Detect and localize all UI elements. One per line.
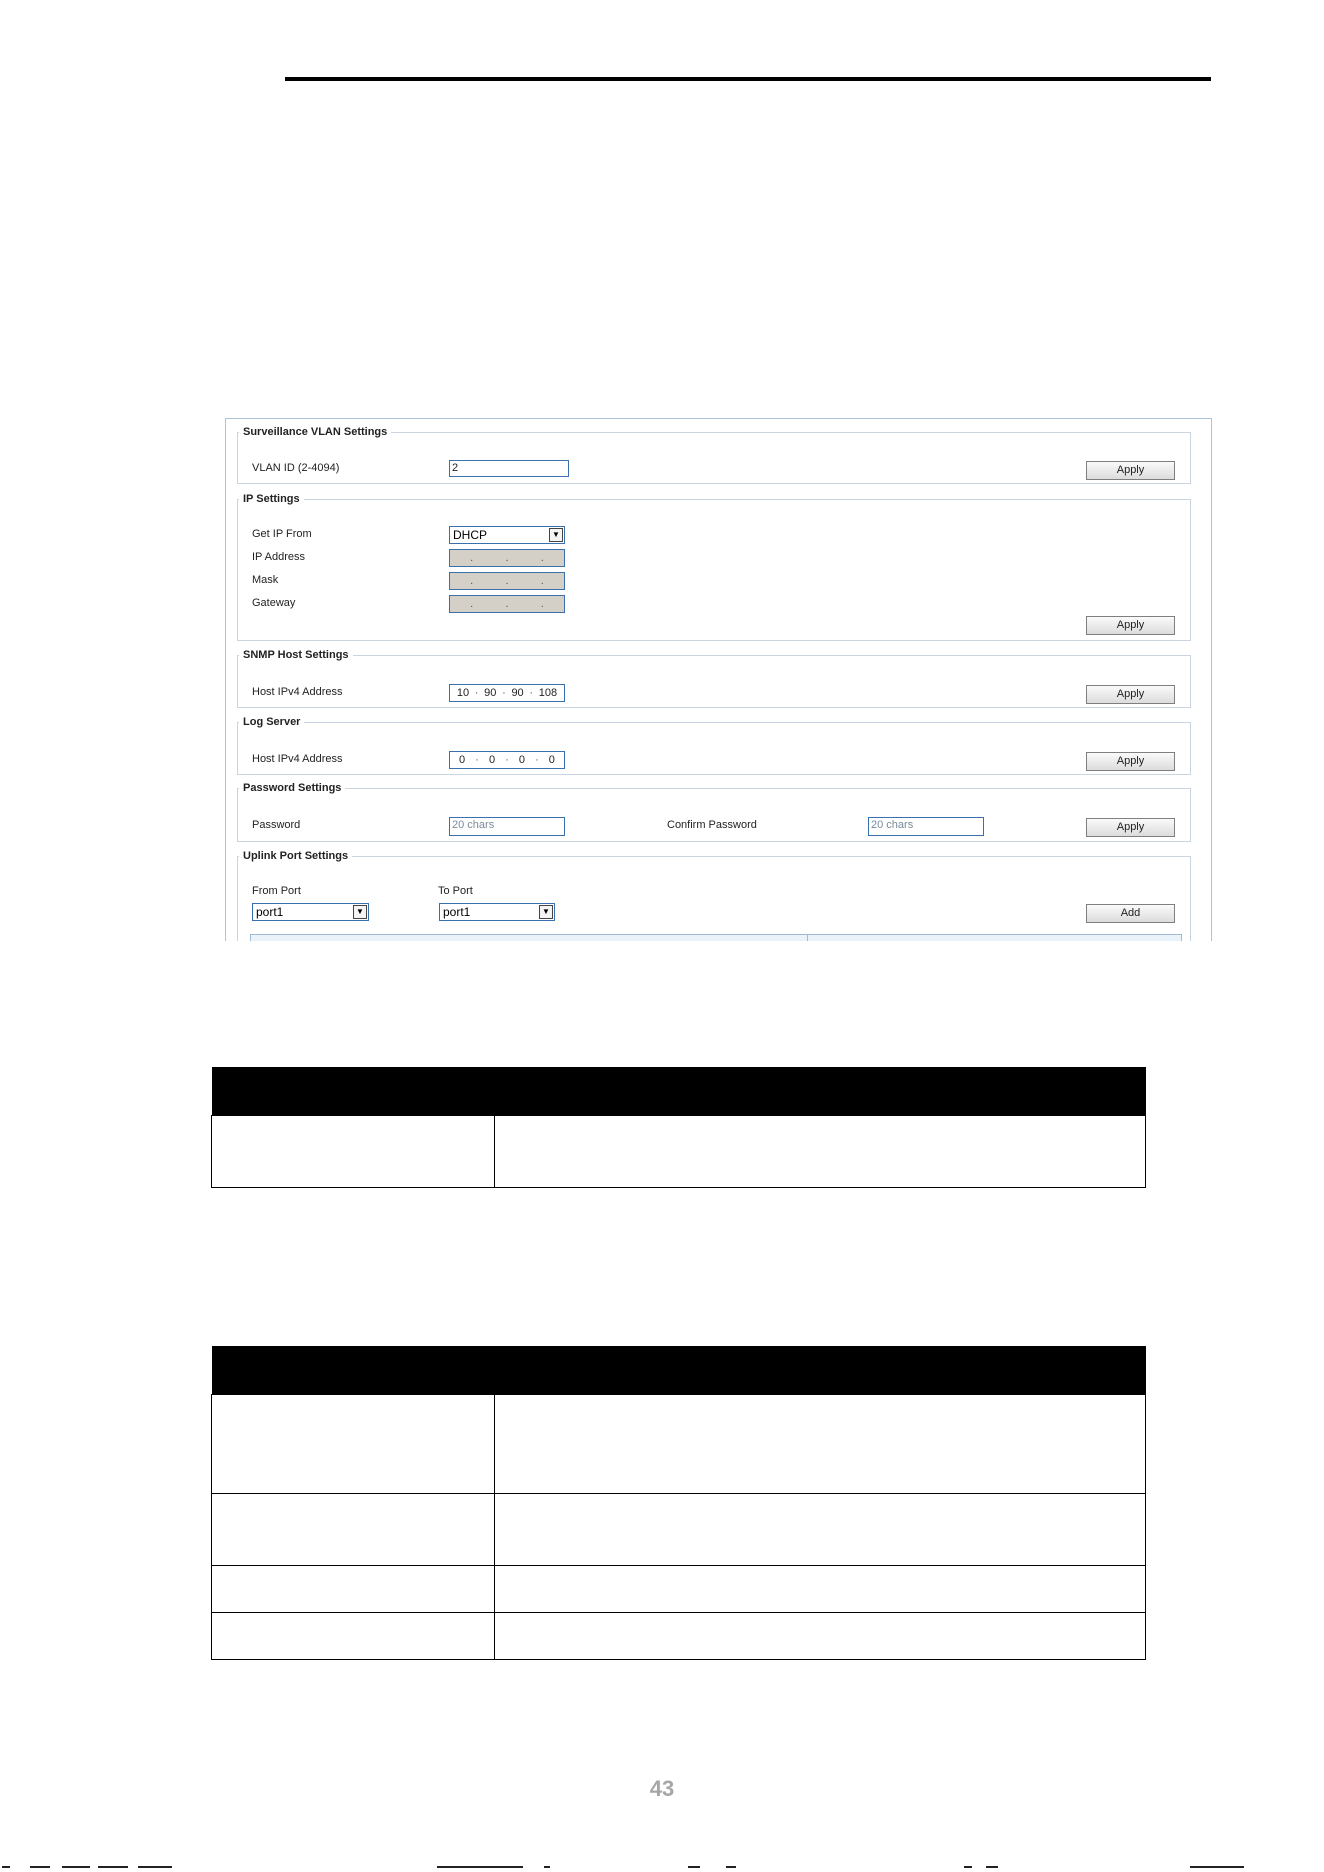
- table-cell: [211, 1394, 495, 1494]
- chevron-down-icon: ▼: [549, 528, 563, 542]
- password-group: Password Settings Password 20 chars Conf…: [237, 782, 1191, 842]
- log-server-ipv4-label: Host IPv4 Address: [252, 753, 343, 765]
- ip-address-input: ...: [449, 549, 565, 567]
- password-apply-button[interactable]: Apply: [1086, 818, 1175, 837]
- to-port-label: To Port: [438, 885, 473, 897]
- table-cell: [494, 1115, 1146, 1188]
- get-ip-from-label: Get IP From: [252, 528, 312, 540]
- log-server-group: Log Server Host IPv4 Address 0 · 0 · 0 · 0 App…: [237, 716, 1191, 775]
- vlan-apply-button[interactable]: Apply: [1086, 461, 1175, 480]
- uplink-port-group: Uplink Port Settings From Port To Port p…: [237, 850, 1191, 941]
- uplink-table-header: [250, 934, 1182, 941]
- table-cell: [211, 1493, 495, 1566]
- from-port-label: From Port: [252, 885, 301, 897]
- bottom-edge-marks: [0, 1862, 1324, 1872]
- table-header-cell: [494, 1346, 1146, 1395]
- chevron-down-icon: ▼: [353, 905, 367, 919]
- settings-screenshot: Surveillance VLAN Settings VLAN ID (2-40…: [225, 418, 1212, 941]
- table-cell: [211, 1612, 495, 1660]
- table-row: [211, 1493, 1146, 1566]
- to-port-select[interactable]: port1 ▼: [439, 903, 555, 921]
- page-number: 43: [649, 1776, 675, 1801]
- table-cell: [494, 1565, 1146, 1613]
- table-header-row: [211, 1067, 1146, 1116]
- table-cell: [211, 1565, 495, 1613]
- log-server-apply-button[interactable]: Apply: [1086, 752, 1175, 771]
- ip-settings-legend: IP Settings: [243, 493, 300, 505]
- table-cell: [494, 1612, 1146, 1660]
- uplink-table-divider: [807, 935, 808, 941]
- vlan-id-input[interactable]: 2: [449, 460, 569, 477]
- log-server-legend: Log Server: [243, 716, 301, 728]
- mask-input: ...: [449, 572, 565, 590]
- table-header-cell: [211, 1067, 495, 1116]
- table-row: [211, 1115, 1146, 1188]
- confirm-password-input[interactable]: 20 chars: [868, 817, 984, 836]
- vlan-id-label: VLAN ID (2-4094): [252, 462, 340, 474]
- snmp-host-ipv4-label: Host IPv4 Address: [252, 686, 343, 698]
- snmp-apply-button[interactable]: Apply: [1086, 685, 1175, 704]
- table-cell: [211, 1115, 495, 1188]
- password-legend: Password Settings: [243, 782, 342, 794]
- snmp-host-group: SNMP Host Settings Host IPv4 Address 10 ·…: [237, 649, 1191, 708]
- table-row: [211, 1612, 1146, 1660]
- log-server-ipv4-input[interactable]: 0 · 0 · 0 · 0: [449, 751, 565, 769]
- table-cell: [494, 1493, 1146, 1566]
- confirm-password-label: Confirm Password: [667, 819, 757, 831]
- surveillance-vlan-legend: Surveillance VLAN Settings: [243, 426, 388, 438]
- to-port-value: port1: [443, 905, 471, 919]
- get-ip-from-select[interactable]: DHCP ▼: [449, 526, 565, 544]
- table-header-row: [211, 1346, 1146, 1395]
- doc-table-1: [211, 1067, 1146, 1188]
- header-rule: [285, 77, 1211, 81]
- surveillance-vlan-group: Surveillance VLAN Settings VLAN ID (2-40…: [237, 426, 1191, 484]
- ip-settings-apply-button[interactable]: Apply: [1086, 616, 1175, 635]
- snmp-host-legend: SNMP Host Settings: [243, 649, 349, 661]
- gateway-label: Gateway: [252, 597, 296, 609]
- table-header-cell: [494, 1067, 1146, 1116]
- mask-label: Mask: [252, 574, 279, 586]
- ip-settings-group: IP Settings Get IP From DHCP ▼ IP Addres…: [237, 493, 1191, 641]
- from-port-select[interactable]: port1 ▼: [252, 903, 369, 921]
- doc-table-2: [211, 1346, 1146, 1660]
- password-label: Password: [252, 819, 301, 831]
- gateway-input: ...: [449, 595, 565, 613]
- ip-address-label: IP Address: [252, 551, 305, 563]
- from-port-value: port1: [256, 905, 284, 919]
- table-cell: [494, 1394, 1146, 1494]
- get-ip-from-value: DHCP: [453, 528, 488, 542]
- snmp-host-ipv4-input[interactable]: 10 · 90 · 90 · 108: [449, 684, 565, 702]
- table-row: [211, 1394, 1146, 1494]
- uplink-port-legend: Uplink Port Settings: [243, 850, 349, 862]
- table-header-cell: [211, 1346, 495, 1395]
- table-row: [211, 1565, 1146, 1613]
- uplink-add-button[interactable]: Add: [1086, 904, 1175, 923]
- password-input[interactable]: 20 chars: [449, 817, 565, 836]
- chevron-down-icon: ▼: [539, 905, 553, 919]
